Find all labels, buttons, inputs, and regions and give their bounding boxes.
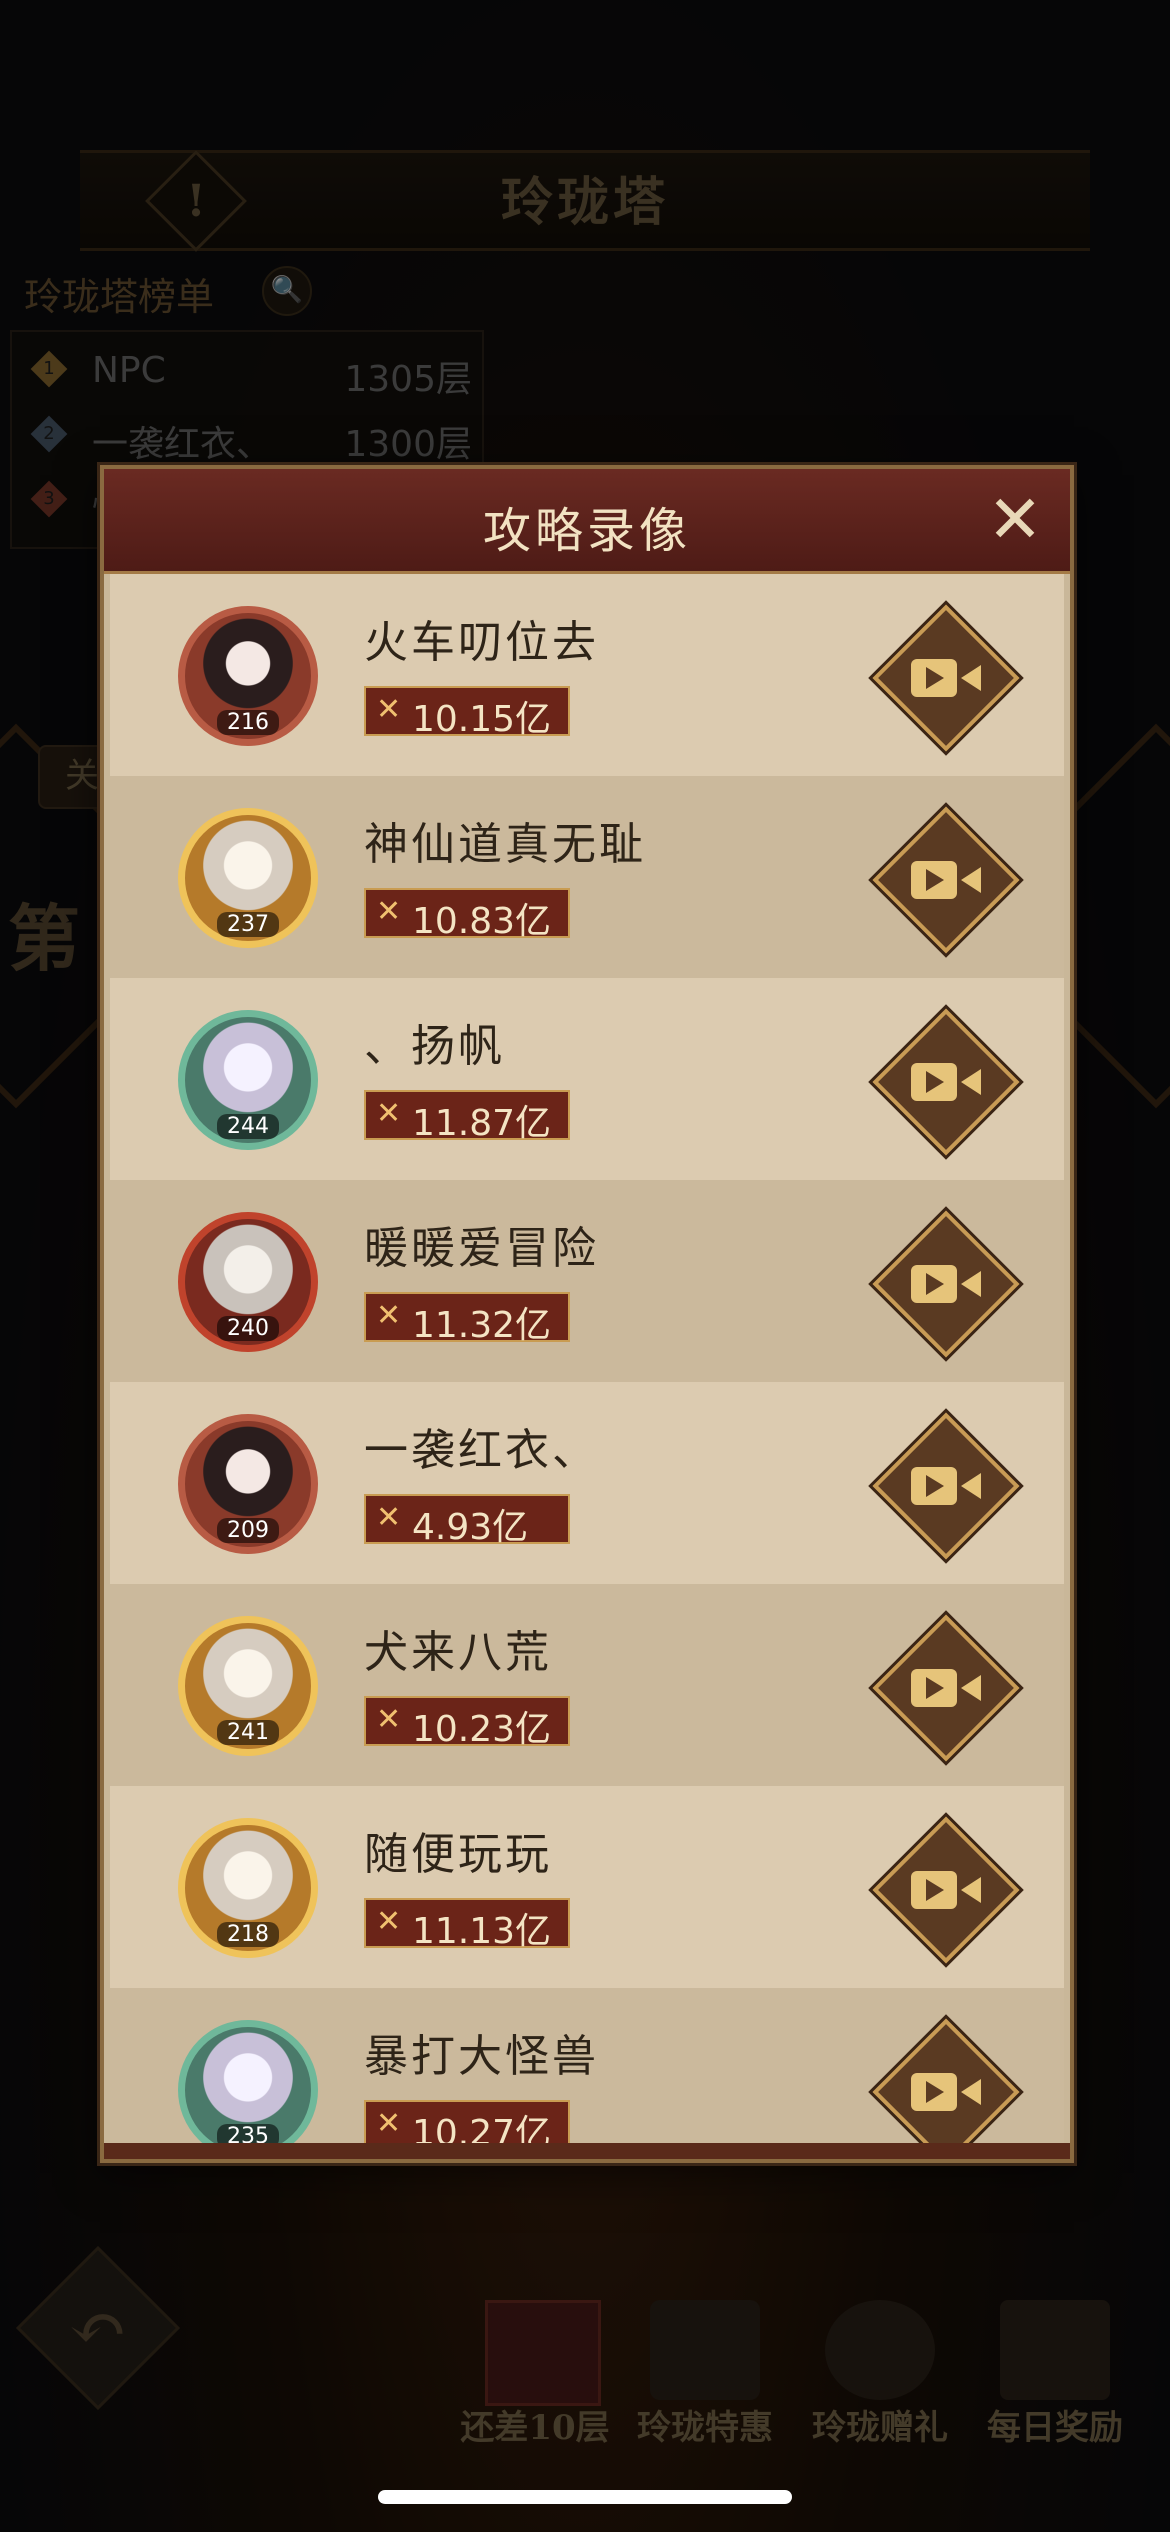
replay-modal: 攻略录像 ✕ 216 火车叨位去 ✕ 10.15亿 237 神仙道真无耻 ✕ 10.… bbox=[100, 465, 1074, 2163]
close-icon[interactable]: ✕ bbox=[984, 487, 1046, 553]
avatar[interactable]: 240 bbox=[178, 1212, 318, 1352]
crossed-swords-icon: ✕ bbox=[376, 2106, 402, 2141]
video-camera-icon bbox=[911, 1059, 981, 1105]
player-name: 神仙道真无耻 bbox=[364, 819, 646, 870]
video-camera-icon bbox=[911, 2069, 981, 2115]
avatar[interactable]: 218 bbox=[178, 1818, 318, 1958]
play-replay-button[interactable] bbox=[872, 1008, 1020, 1156]
avatar[interactable]: 241 bbox=[178, 1616, 318, 1756]
power-badge: ✕ 10.27亿 bbox=[364, 2100, 570, 2144]
power-badge: ✕ 11.32亿 bbox=[364, 1292, 570, 1346]
list-item: 209 一袭红衣、 ✕ 4.93亿 bbox=[110, 1382, 1064, 1584]
video-camera-icon bbox=[911, 1261, 981, 1307]
modal-header: 攻略录像 ✕ bbox=[104, 469, 1070, 574]
avatar[interactable]: 244 bbox=[178, 1010, 318, 1150]
avatar-level: 218 bbox=[217, 1922, 279, 1947]
crossed-swords-icon: ✕ bbox=[376, 1702, 402, 1737]
play-replay-button[interactable] bbox=[872, 604, 1020, 752]
play-replay-button[interactable] bbox=[872, 1614, 1020, 1762]
video-camera-icon bbox=[911, 1867, 981, 1913]
list-item: 218 随便玩玩 ✕ 11.13亿 bbox=[110, 1786, 1064, 1988]
play-replay-button[interactable] bbox=[872, 1210, 1020, 1358]
power-badge: ✕ 4.93亿 bbox=[364, 1494, 570, 1548]
list-item: 237 神仙道真无耻 ✕ 10.83亿 bbox=[110, 776, 1064, 978]
avatar-level: 209 bbox=[217, 1518, 279, 1543]
power-badge: ✕ 10.23亿 bbox=[364, 1696, 570, 1750]
avatar[interactable]: 237 bbox=[178, 808, 318, 948]
video-camera-icon bbox=[911, 655, 981, 701]
crossed-swords-icon: ✕ bbox=[376, 1904, 402, 1939]
player-name: 暖暖爱冒险 bbox=[364, 1223, 599, 1274]
crossed-swords-icon: ✕ bbox=[376, 1096, 402, 1131]
crossed-swords-icon: ✕ bbox=[376, 692, 402, 727]
power-badge: ✕ 11.87亿 bbox=[364, 1090, 570, 1144]
avatar[interactable]: 216 bbox=[178, 606, 318, 746]
play-replay-button[interactable] bbox=[872, 2018, 1020, 2144]
avatar-level: 241 bbox=[217, 1720, 279, 1745]
avatar-level: 244 bbox=[217, 1114, 279, 1139]
video-camera-icon bbox=[911, 1665, 981, 1711]
player-name: 随便玩玩 bbox=[364, 1829, 552, 1880]
avatar[interactable]: 235 bbox=[178, 2020, 318, 2144]
player-name: 火车叨位去 bbox=[364, 617, 599, 668]
modal-footer bbox=[104, 2143, 1070, 2159]
avatar-level: 237 bbox=[217, 912, 279, 937]
play-replay-button[interactable] bbox=[872, 806, 1020, 954]
power-badge: ✕ 10.83亿 bbox=[364, 888, 570, 942]
video-camera-icon bbox=[911, 857, 981, 903]
avatar-level: 240 bbox=[217, 1316, 279, 1341]
power-badge: ✕ 10.15亿 bbox=[364, 686, 570, 740]
list-item: 216 火车叨位去 ✕ 10.15亿 bbox=[110, 574, 1064, 776]
play-replay-button[interactable] bbox=[872, 1816, 1020, 1964]
crossed-swords-icon: ✕ bbox=[376, 1500, 402, 1535]
modal-title: 攻略录像 bbox=[482, 503, 691, 559]
crossed-swords-icon: ✕ bbox=[376, 894, 402, 929]
video-camera-icon bbox=[911, 1463, 981, 1509]
list-item: 244 、扬帆 ✕ 11.87亿 bbox=[110, 978, 1064, 1180]
power-badge: ✕ 11.13亿 bbox=[364, 1898, 570, 1952]
play-replay-button[interactable] bbox=[872, 1412, 1020, 1560]
list-item: 240 暖暖爱冒险 ✕ 11.32亿 bbox=[110, 1180, 1064, 1382]
player-name: 一袭红衣、 bbox=[364, 1425, 599, 1476]
avatar-level: 235 bbox=[217, 2124, 279, 2144]
home-indicator[interactable] bbox=[378, 2490, 792, 2504]
player-name: 暴打大怪兽 bbox=[364, 2031, 599, 2082]
crossed-swords-icon: ✕ bbox=[376, 1298, 402, 1333]
replay-list[interactable]: 216 火车叨位去 ✕ 10.15亿 237 神仙道真无耻 ✕ 10.83亿 244… bbox=[110, 574, 1064, 2144]
list-item: 241 犬来八荒 ✕ 10.23亿 bbox=[110, 1584, 1064, 1786]
player-name: 犬来八荒 bbox=[364, 1627, 552, 1678]
avatar[interactable]: 209 bbox=[178, 1414, 318, 1554]
avatar-level: 216 bbox=[217, 710, 279, 735]
player-name: 、扬帆 bbox=[364, 1021, 505, 1072]
list-item: 235 暴打大怪兽 ✕ 10.27亿 bbox=[110, 1988, 1064, 2144]
